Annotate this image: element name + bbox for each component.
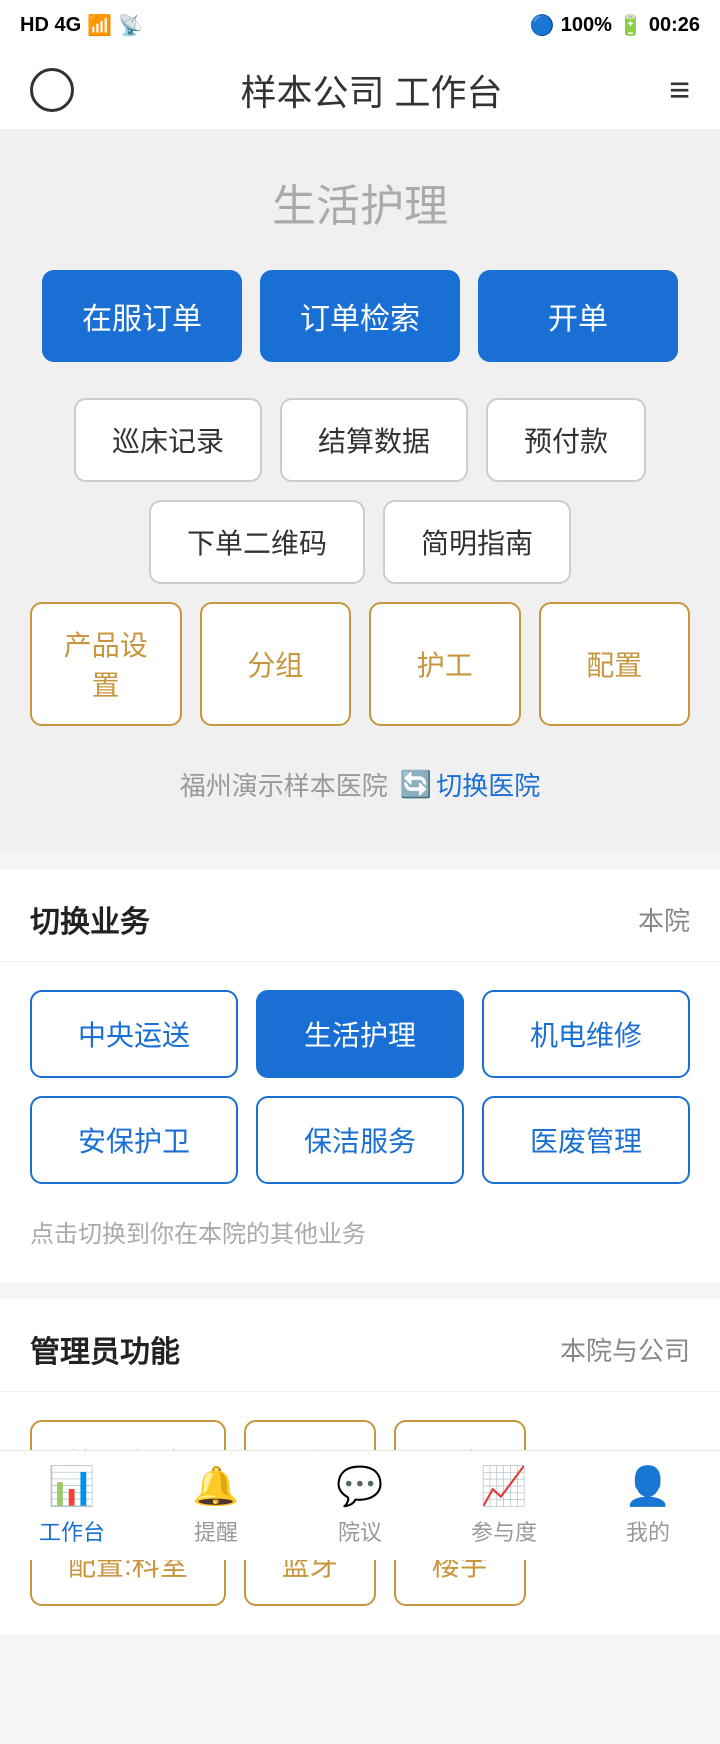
bluetooth-icon: 🔵 (530, 13, 555, 38)
business-central-transport[interactable]: 中央运送 (30, 990, 238, 1078)
active-orders-button[interactable]: 在服订单 (42, 270, 242, 362)
business-switch-title: 切换业务 (30, 897, 150, 941)
nav-item-engagement[interactable]: 📈 参与度 (432, 1465, 576, 1547)
nav-label-profile: 我的 (626, 1515, 670, 1547)
refresh-icon: 🔄 (400, 769, 432, 800)
nav-item-discuss[interactable]: 💬 院议 (288, 1465, 432, 1547)
discuss-icon: 💬 (336, 1465, 383, 1509)
business-switch-tag: 本院 (638, 901, 690, 938)
status-bar: HD 4G 📶 📡 🔵 100% 🔋 00:26 (0, 0, 720, 50)
clock: 00:26 (649, 14, 700, 37)
settlement-button[interactable]: 结算数据 (280, 398, 468, 482)
nav-item-alerts[interactable]: 🔔 提醒 (144, 1465, 288, 1547)
gold-buttons-row: 产品设置 分组 护工 配置 (30, 602, 690, 726)
nav-item-workbench[interactable]: 📊 工作台 (0, 1465, 144, 1547)
config-button[interactable]: 配置 (539, 602, 691, 726)
business-switch-section: 切换业务 本院 中央运送 生活护理 机电维修 安保护卫 保洁服务 医废管理 点击… (0, 869, 720, 1283)
profile-icon: 👤 (624, 1465, 671, 1509)
qrcode-button[interactable]: 下单二维码 (149, 500, 365, 584)
admin-section-title: 管理员功能 (30, 1327, 180, 1371)
secondary-buttons-row: 巡床记录 结算数据 预付款 下单二维码 简明指南 (30, 398, 690, 584)
menu-icon[interactable]: ≡ (669, 69, 690, 111)
network-status: HD 4G (20, 14, 81, 37)
hero-section: 生活护理 在服订单 订单检索 开单 巡床记录 结算数据 预付款 下单二维码 简明… (0, 130, 720, 853)
business-life-care[interactable]: 生活护理 (256, 990, 464, 1078)
patrol-button[interactable]: 巡床记录 (74, 398, 262, 482)
main-content: 生活护理 在服订单 订单检索 开单 巡床记录 结算数据 预付款 下单二维码 简明… (0, 130, 720, 1634)
signal-icon: 📶 (87, 13, 112, 38)
bottom-nav: 📊 工作台 🔔 提醒 💬 院议 📈 参与度 👤 我的 (0, 1450, 720, 1560)
nav-label-alerts: 提醒 (194, 1515, 238, 1547)
status-right: 🔵 100% 🔋 00:26 (530, 13, 700, 38)
avatar-circle[interactable] (30, 68, 74, 112)
product-setting-button[interactable]: 产品设置 (30, 602, 182, 726)
wifi-icon: 📡 (118, 13, 143, 38)
service-title: 生活护理 (272, 170, 448, 234)
business-switch-body: 中央运送 生活护理 机电维修 安保护卫 保洁服务 医废管理 点击切换到你在本院的… (0, 962, 720, 1283)
business-grid: 中央运送 生活护理 机电维修 安保护卫 保洁服务 医废管理 (30, 990, 690, 1184)
nav-item-profile[interactable]: 👤 我的 (576, 1465, 720, 1547)
business-cleaning[interactable]: 保洁服务 (256, 1096, 464, 1184)
nurse-button[interactable]: 护工 (369, 602, 521, 726)
alerts-icon: 🔔 (192, 1465, 239, 1509)
battery-text: 100% (561, 14, 612, 37)
group-button[interactable]: 分组 (200, 602, 352, 726)
business-switch-header: 切换业务 本院 (0, 869, 720, 962)
nav-label-workbench: 工作台 (39, 1515, 105, 1547)
guide-button[interactable]: 简明指南 (383, 500, 571, 584)
business-security[interactable]: 安保护卫 (30, 1096, 238, 1184)
business-mechanical[interactable]: 机电维修 (482, 990, 690, 1078)
nav-label-discuss: 院议 (338, 1515, 382, 1547)
business-medical-waste[interactable]: 医废管理 (482, 1096, 690, 1184)
battery-icon: 🔋 (618, 13, 643, 38)
engagement-icon: 📈 (480, 1465, 527, 1509)
prepay-button[interactable]: 预付款 (486, 398, 646, 482)
page-title: 样本公司 工作台 (74, 64, 669, 116)
admin-section-header: 管理员功能 本院与公司 (0, 1299, 720, 1392)
top-nav: 样本公司 工作台 ≡ (0, 50, 720, 130)
new-order-button[interactable]: 开单 (478, 270, 678, 362)
hospital-name: 福州演示样本医院 (180, 766, 388, 803)
switch-hospital-button[interactable]: 🔄 切换医院 (400, 766, 540, 803)
hospital-info: 福州演示样本医院 🔄 切换医院 (180, 766, 540, 803)
order-search-button[interactable]: 订单检索 (260, 270, 460, 362)
admin-section-tag: 本院与公司 (560, 1331, 690, 1368)
status-left: HD 4G 📶 📡 (20, 13, 143, 38)
business-switch-hint: 点击切换到你在本院的其他业务 (30, 1204, 690, 1255)
primary-buttons-row: 在服订单 订单检索 开单 (30, 270, 690, 362)
workbench-icon: 📊 (48, 1465, 95, 1509)
nav-label-engagement: 参与度 (471, 1515, 537, 1547)
